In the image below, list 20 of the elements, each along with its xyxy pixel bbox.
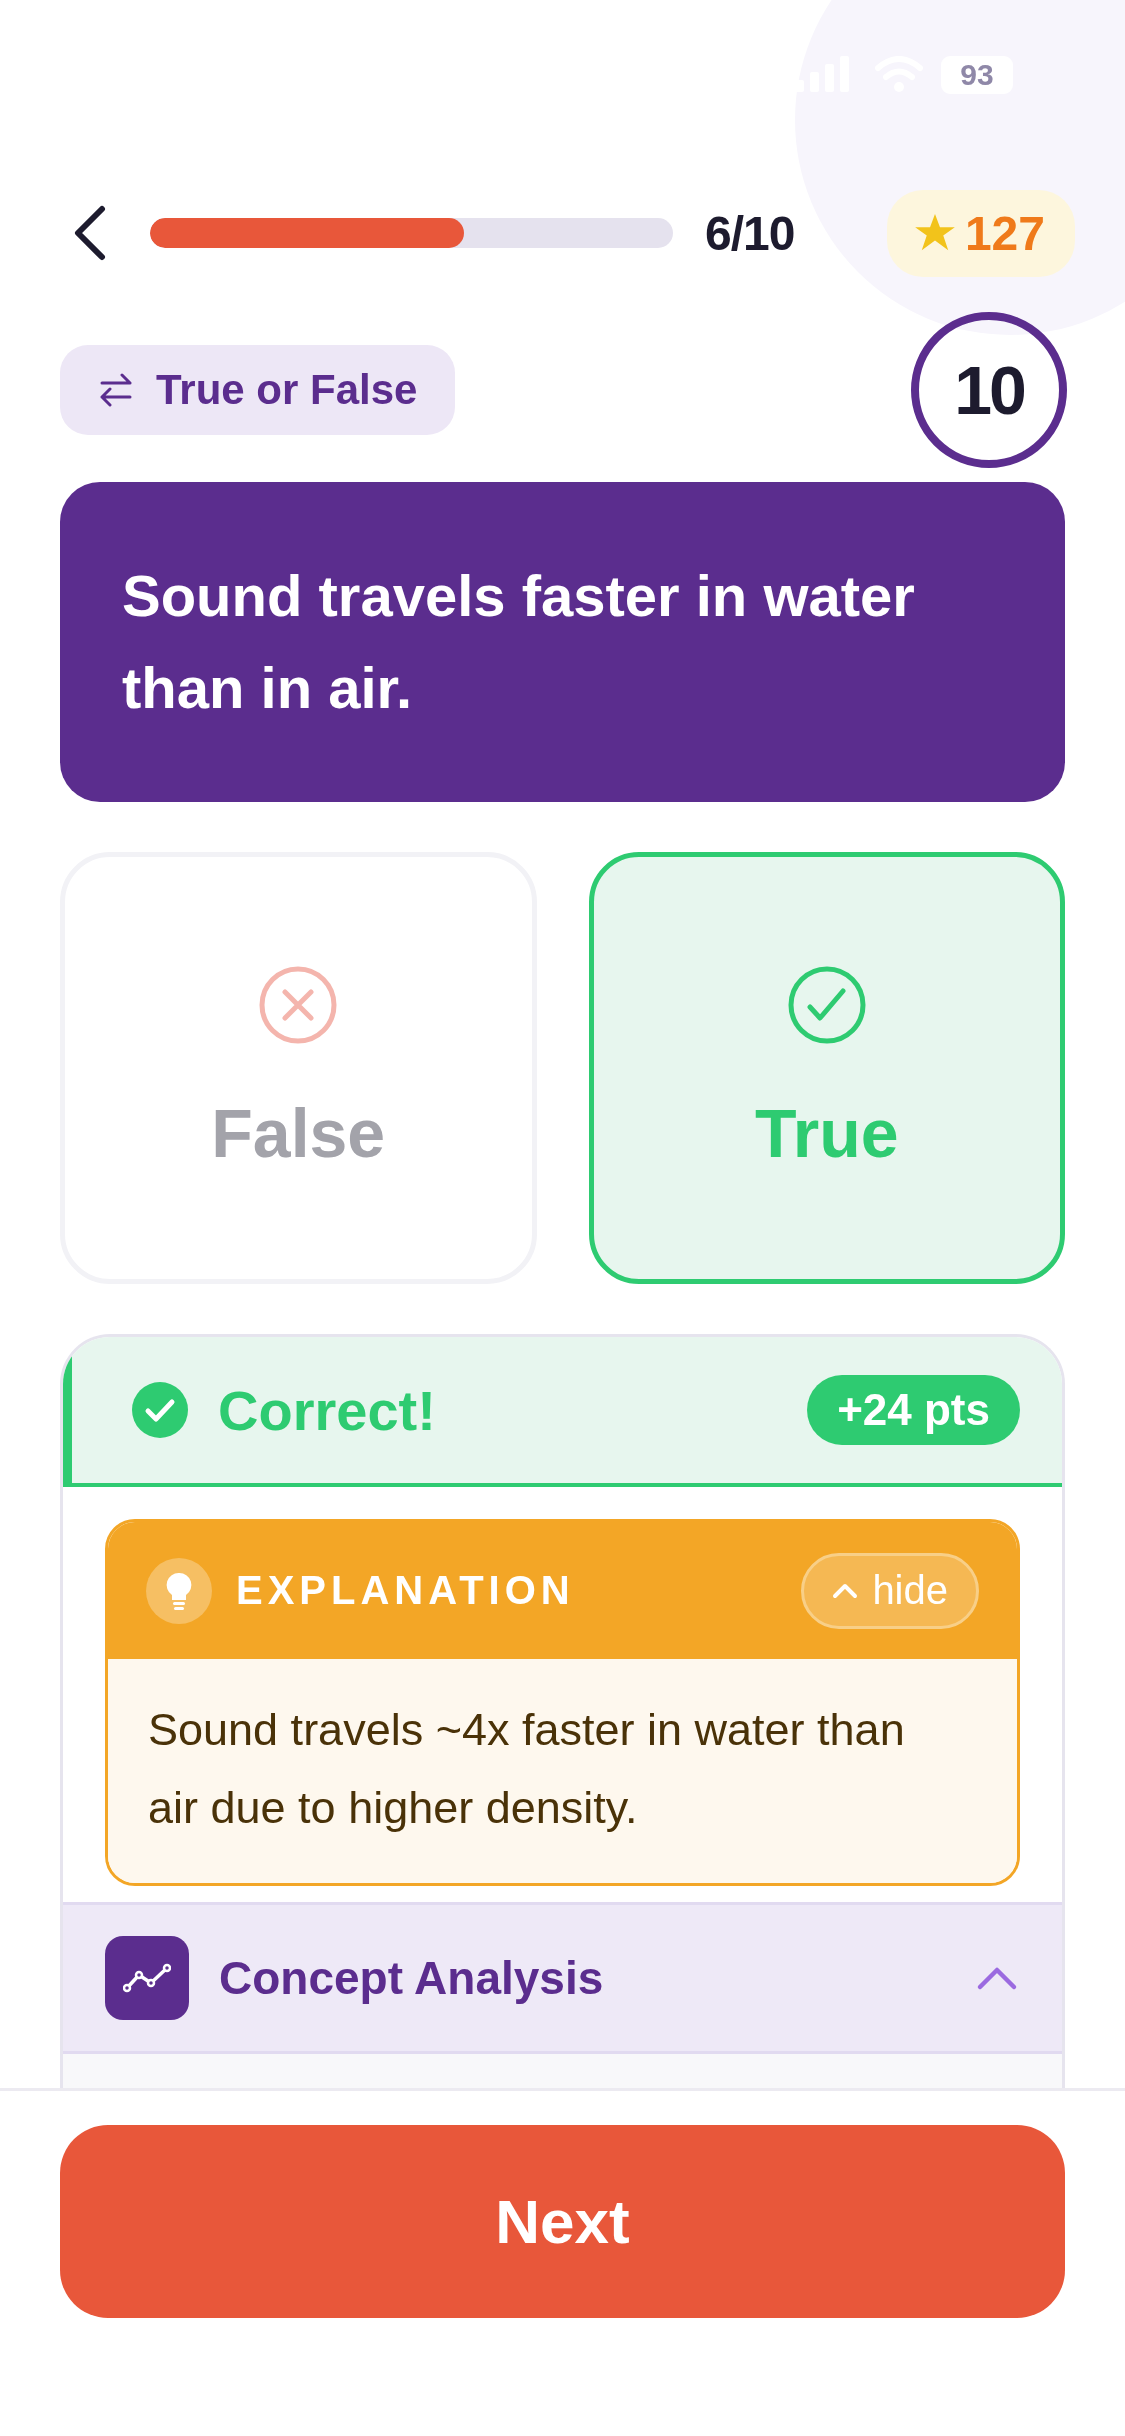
- answer-option[interactable]: False: [60, 852, 537, 1284]
- star-icon: [914, 214, 955, 252]
- answer-option[interactable]: True: [588, 852, 1065, 1284]
- caret-icon: [832, 1582, 859, 1599]
- hide-toggle[interactable]: hide: [801, 1552, 979, 1629]
- explanation-text: Sound travels ~4x faster in water than air due to higher density.: [108, 1659, 1017, 1883]
- explanation-title: EXPLANATION: [236, 1568, 575, 1613]
- question-text: Sound travels faster in water than in air.: [60, 482, 1065, 802]
- check-circle-icon: [132, 1382, 188, 1438]
- countdown-timer: 10: [911, 312, 1067, 468]
- battery-level: 93: [941, 56, 1013, 94]
- section-header[interactable]: Concept Analysis: [63, 1902, 1062, 2054]
- result-status: Correct!: [218, 1377, 436, 1443]
- caret-icon: [976, 1965, 1018, 1991]
- next-button[interactable]: Next: [60, 2125, 1065, 2318]
- swap-arrows-icon: [100, 373, 132, 407]
- score-badge: 127: [886, 189, 1075, 277]
- question-type-tag: True or False: [60, 345, 456, 435]
- question-counter: 6/10: [705, 205, 795, 261]
- points-badge: +24 pts: [807, 1375, 1020, 1445]
